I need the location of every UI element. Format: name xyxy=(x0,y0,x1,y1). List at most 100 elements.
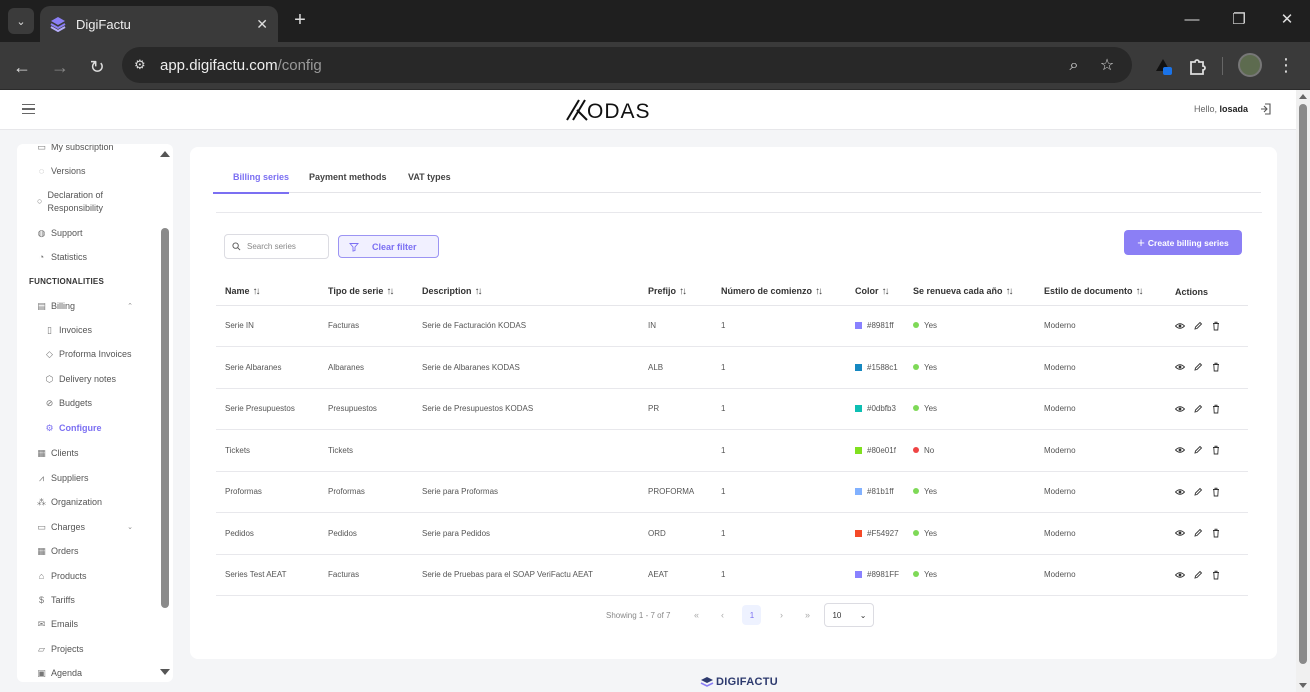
chevron-down-icon[interactable]: ⌄ xyxy=(127,523,133,531)
sidebar-item-budgets[interactable]: ⊘ Budgets xyxy=(45,397,173,410)
edit-pencil-icon[interactable] xyxy=(1193,445,1203,455)
next-page-icon[interactable]: › xyxy=(768,610,794,620)
view-eye-icon[interactable] xyxy=(1175,404,1185,414)
view-eye-icon[interactable] xyxy=(1175,570,1185,580)
sort-icon[interactable]: ↑↓ xyxy=(882,286,890,297)
view-eye-icon[interactable] xyxy=(1175,487,1185,497)
scroll-down-icon[interactable] xyxy=(1299,683,1307,688)
sort-icon[interactable]: ↑↓ xyxy=(1136,286,1144,297)
sidebar-item-proforma-invoices[interactable]: ◇ Proforma Invoices xyxy=(45,348,173,361)
extension-icon[interactable] xyxy=(1150,53,1176,79)
sidebar-item-emails[interactable]: ✉ Emails xyxy=(37,618,173,631)
minimize-icon[interactable]: — xyxy=(1182,10,1202,30)
close-tab-icon[interactable]: ✕ xyxy=(256,16,268,33)
sidebar-item-billing[interactable]: ▤ Billing xyxy=(37,300,173,313)
forward-icon[interactable]: → xyxy=(48,55,72,79)
previous-page-icon[interactable]: ‹ xyxy=(709,610,735,620)
column-header-tipo[interactable]: Tipo de serie ↑↓ xyxy=(319,279,413,306)
sort-icon[interactable]: ↑↓ xyxy=(386,286,394,297)
sidebar-item-statistics[interactable]: ◔ Statistics xyxy=(37,251,173,264)
column-header-estilo[interactable]: Estilo de documento ↑↓ xyxy=(1035,279,1166,306)
browser-menu-icon[interactable]: ⋮ xyxy=(1276,55,1296,76)
view-eye-icon[interactable] xyxy=(1175,445,1185,455)
sidebar-item-tariffs[interactable]: $ Tariffs xyxy=(37,594,173,607)
sidebar-item-subscription[interactable]: ▭ My subscription xyxy=(37,144,173,154)
edit-pencil-icon[interactable] xyxy=(1193,528,1203,538)
sidebar-item-suppliers[interactable]: ⩘ Suppliers xyxy=(37,472,173,485)
sidebar-item-products[interactable]: ⌂ Products xyxy=(37,570,173,583)
tab-billing-series[interactable]: Billing series xyxy=(233,172,289,182)
delete-trash-icon[interactable] xyxy=(1211,404,1221,414)
tab-payment-methods[interactable]: Payment methods xyxy=(309,172,387,182)
tab-vat-types[interactable]: VAT types xyxy=(408,172,451,182)
sidebar-item-support[interactable]: ◍ Support xyxy=(37,227,173,240)
delete-trash-icon[interactable] xyxy=(1211,528,1221,538)
scrollbar-thumb[interactable] xyxy=(1299,104,1307,664)
column-header-renueva[interactable]: Se renueva cada año ↑↓ xyxy=(904,279,1035,306)
page-size-select[interactable]: 10 ⌄ xyxy=(824,603,875,627)
sort-icon[interactable]: ↑↓ xyxy=(679,286,687,297)
zoom-icon[interactable]: ⌕ xyxy=(1063,55,1085,77)
search-input[interactable] xyxy=(247,242,322,251)
edit-pencil-icon[interactable] xyxy=(1193,321,1203,331)
sidebar-item-declaration[interactable]: ○ Declaration of Responsibility xyxy=(37,189,117,215)
sort-icon[interactable]: ↑↓ xyxy=(815,286,823,297)
column-header-prefijo[interactable]: Prefijo ↑↓ xyxy=(639,279,712,306)
logout-icon[interactable] xyxy=(1260,103,1272,115)
sidebar-item-versions[interactable]: ◌ Versions xyxy=(37,165,173,178)
delete-trash-icon[interactable] xyxy=(1211,445,1221,455)
profile-avatar[interactable] xyxy=(1238,53,1262,77)
sidebar-item-clients[interactable]: ▦ Clients xyxy=(37,447,173,460)
first-page-icon[interactable]: « xyxy=(683,610,709,620)
sidebar-scrollbar[interactable] xyxy=(160,144,173,682)
page-scrollbar[interactable] xyxy=(1296,90,1310,692)
last-page-icon[interactable]: » xyxy=(794,610,820,620)
new-tab-button[interactable]: + xyxy=(290,10,310,30)
edit-pencil-icon[interactable] xyxy=(1193,362,1203,372)
delete-trash-icon[interactable] xyxy=(1211,487,1221,497)
close-window-icon[interactable]: ✕ xyxy=(1277,10,1297,30)
sidebar-item-projects[interactable]: ▱ Projects xyxy=(37,643,173,656)
sidebar-item-organization[interactable]: ⁂ Organization xyxy=(37,496,173,509)
address-bar[interactable]: ⚙ app.digifactu.com/config xyxy=(122,47,1132,83)
column-header-description[interactable]: Description ↑↓ xyxy=(413,279,639,306)
sidebar-scrollbar-thumb[interactable] xyxy=(161,228,169,608)
view-eye-icon[interactable] xyxy=(1175,528,1185,538)
column-header-color[interactable]: Color ↑↓ xyxy=(846,279,904,306)
chevron-up-icon[interactable]: ⌃ xyxy=(127,302,133,310)
sidebar-item-orders[interactable]: ▦ Orders xyxy=(37,545,173,558)
sidebar-item-agenda[interactable]: ▣ Agenda xyxy=(37,667,173,680)
extensions-puzzle-icon[interactable] xyxy=(1184,53,1210,79)
edit-pencil-icon[interactable] xyxy=(1193,487,1203,497)
sidebar-item-invoices[interactable]: ▯ Invoices xyxy=(45,324,173,337)
sidebar-scroll-down-icon[interactable] xyxy=(160,669,170,675)
reload-icon[interactable]: ↻ xyxy=(85,55,109,79)
search-field[interactable] xyxy=(224,234,329,259)
edit-pencil-icon[interactable] xyxy=(1193,570,1203,580)
clear-filter-button[interactable]: Clear filter xyxy=(338,235,439,258)
back-icon[interactable]: ← xyxy=(10,55,34,79)
scroll-up-icon[interactable] xyxy=(1299,94,1307,99)
tab-search-button[interactable]: ⌄ xyxy=(8,8,34,34)
sidebar-scroll-up-icon[interactable] xyxy=(160,151,170,157)
delete-trash-icon[interactable] xyxy=(1211,570,1221,580)
hamburger-menu-icon[interactable] xyxy=(22,104,35,114)
bookmark-star-icon[interactable]: ☆ xyxy=(1096,55,1118,77)
current-page-button[interactable]: 1 xyxy=(742,605,762,625)
view-eye-icon[interactable] xyxy=(1175,321,1185,331)
sort-icon[interactable]: ↑↓ xyxy=(253,286,261,297)
sidebar-item-configure[interactable]: ⚙ Configure xyxy=(45,422,173,435)
sort-icon[interactable]: ↑↓ xyxy=(1006,286,1014,297)
browser-tab[interactable]: DigiFactu ✕ xyxy=(40,6,278,42)
sort-icon[interactable]: ↑↓ xyxy=(475,286,483,297)
sidebar-item-delivery-notes[interactable]: ⬡ Delivery notes xyxy=(45,373,173,386)
delete-trash-icon[interactable] xyxy=(1211,362,1221,372)
delete-trash-icon[interactable] xyxy=(1211,321,1221,331)
restore-icon[interactable]: ❐ xyxy=(1229,10,1249,30)
column-header-numero[interactable]: Número de comienzo ↑↓ xyxy=(712,279,846,306)
edit-pencil-icon[interactable] xyxy=(1193,404,1203,414)
site-info-icon[interactable]: ⚙ xyxy=(134,57,152,73)
view-eye-icon[interactable] xyxy=(1175,362,1185,372)
sidebar-item-charges[interactable]: ▭ Charges xyxy=(37,521,173,534)
column-header-name[interactable]: Name ↑↓ xyxy=(216,279,319,306)
